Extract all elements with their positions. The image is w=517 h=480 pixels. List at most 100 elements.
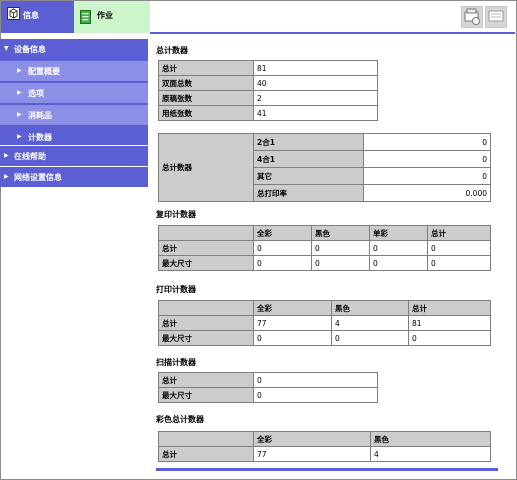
copy-counter-table: 全彩 黑色 单彩 总计 总计 0 0 0 0 最大尺寸 0 0 0 0 <box>158 225 491 271</box>
sidebar-item-config-overview[interactable]: ▶ 配置概要 <box>0 61 148 81</box>
tab-job-label: 作业 <box>97 11 113 20</box>
row-label: 总计 <box>158 372 254 388</box>
column-header: 单彩 <box>369 225 428 241</box>
row-label: 总计 <box>158 446 254 462</box>
row-label: 2合1 <box>253 133 364 151</box>
row-label: 原稿张数 <box>158 90 254 106</box>
table-row: 总计 0 <box>158 372 378 388</box>
header-divider <box>150 32 515 34</box>
scan-counter-table: 总计 0 最大尺寸 0 <box>158 372 378 403</box>
cell: 77 <box>253 315 332 331</box>
device-status-icon[interactable] <box>461 6 483 28</box>
header-empty <box>158 300 254 316</box>
sidebar-item-consumables[interactable]: ▶ 消耗品 <box>0 105 148 125</box>
row-label: 总计 <box>158 315 254 331</box>
row-value: 40 <box>253 75 378 91</box>
cell: 77 <box>253 446 371 462</box>
row-value: 2 <box>253 90 378 106</box>
column-header: 全彩 <box>253 225 312 241</box>
table-row: 最大尺寸 0 0 0 <box>158 330 491 346</box>
combo-counter-table: 总计数器 2合1 0 4合1 0 其它 0 总打印率 0.000 <box>158 133 491 202</box>
column-header: 总计 <box>408 300 491 316</box>
sidebar-item-network-info[interactable]: ▶ 网络设置信息 <box>0 167 148 187</box>
column-header: 黑色 <box>331 300 409 316</box>
row-label: 双面总数 <box>158 75 254 91</box>
row-label: 用纸张数 <box>158 105 254 121</box>
table-header-row: 全彩 黑色 单彩 总计 <box>158 225 491 241</box>
row-value: 81 <box>253 60 378 76</box>
sidebar-item-label: 设备信息 <box>14 45 46 54</box>
table-row: 最大尺寸 0 <box>158 387 378 403</box>
sidebar-item-label: 选项 <box>28 89 44 98</box>
row-label: 4合1 <box>253 150 364 168</box>
row-label: 总计 <box>158 60 254 76</box>
table-row: 双面总数 40 <box>158 75 378 91</box>
sidebar-item-device-info[interactable]: ▼ 设备信息 <box>0 39 148 59</box>
row-value: 0 <box>363 133 491 151</box>
sidebar-item-counters[interactable]: ▶ 计数器 <box>0 127 148 145</box>
arrow-right-icon: ▶ <box>4 173 9 180</box>
tab-info[interactable]: 信息 <box>1 1 74 33</box>
cell: 0 <box>253 240 312 256</box>
cell: 0 <box>427 240 491 256</box>
panel-icon[interactable] <box>485 6 507 28</box>
cell: 0 <box>408 330 491 346</box>
total-counter-table: 总计 81 双面总数 40 原稿张数 2 用纸张数 41 <box>158 60 378 121</box>
color-total-counter-table: 全彩 黑色 总计 77 4 <box>158 431 491 462</box>
cell: 4 <box>331 315 409 331</box>
sidebar-item-label: 在线帮助 <box>14 152 46 161</box>
sidebar-item-label: 消耗品 <box>28 111 52 120</box>
table-row: 总计 77 4 81 <box>158 315 491 331</box>
table-row: 总计 77 4 <box>158 446 491 462</box>
row-label: 总打印率 <box>253 184 364 202</box>
row-label: 最大尺寸 <box>158 255 254 271</box>
arrow-right-icon: ▶ <box>17 89 22 96</box>
cell: 0 <box>311 255 370 271</box>
section-title-scan-counter: 扫描计数器 <box>156 358 196 367</box>
cell: 0 <box>369 255 428 271</box>
cell: 0 <box>331 330 409 346</box>
row-label: 总计 <box>158 240 254 256</box>
row-label: 最大尺寸 <box>158 330 254 346</box>
sidebar-item-label: 配置概要 <box>28 67 60 76</box>
sidebar-item-online-help[interactable]: ▶ 在线帮助 <box>0 146 148 166</box>
row-label: 最大尺寸 <box>158 387 254 403</box>
row-value: 0 <box>363 150 491 168</box>
section-title-copy-counter: 复印计数器 <box>156 210 196 219</box>
section-title-print-counter: 打印计数器 <box>156 285 196 294</box>
table-row: 总计数器 2合1 0 <box>158 133 491 202</box>
printer-status-icon <box>464 8 480 25</box>
print-counter-table: 全彩 黑色 总计 总计 77 4 81 最大尺寸 0 0 0 <box>158 300 491 346</box>
info-icon <box>7 7 20 20</box>
tab-job[interactable]: 作业 <box>74 1 150 33</box>
column-header: 总计 <box>427 225 491 241</box>
table-row: 总计 0 0 0 0 <box>158 240 491 256</box>
sidebar-item-label: 计数器 <box>28 133 52 142</box>
header-empty <box>158 431 254 447</box>
cell: 0 <box>253 255 312 271</box>
job-icon <box>80 10 91 24</box>
row-value: 0 <box>253 387 378 403</box>
header-empty <box>158 225 254 241</box>
cell: 0 <box>427 255 491 271</box>
footer-divider <box>156 468 498 471</box>
table-row: 最大尺寸 0 0 0 0 <box>158 255 491 271</box>
sidebar-item-label: 网络设置信息 <box>14 173 62 182</box>
section-title-total-counter: 总计数器 <box>156 46 188 55</box>
arrow-right-icon: ▶ <box>17 67 22 74</box>
arrow-right-icon: ▶ <box>4 152 9 159</box>
column-header: 黑色 <box>370 431 491 447</box>
row-value: 0 <box>363 167 491 185</box>
cell: 0 <box>369 240 428 256</box>
list-icon <box>488 10 504 22</box>
combo-label: 总计数器 <box>158 133 254 202</box>
column-header: 全彩 <box>253 300 332 316</box>
row-label: 其它 <box>253 167 364 185</box>
table-row: 用纸张数 41 <box>158 105 378 121</box>
tab-info-label: 信息 <box>23 11 39 20</box>
cell: 4 <box>370 446 491 462</box>
arrow-right-icon: ▶ <box>17 133 22 140</box>
cell: 0 <box>311 240 370 256</box>
sidebar-item-options[interactable]: ▶ 选项 <box>0 83 148 103</box>
expanded-arrow-icon: ▼ <box>4 45 9 52</box>
